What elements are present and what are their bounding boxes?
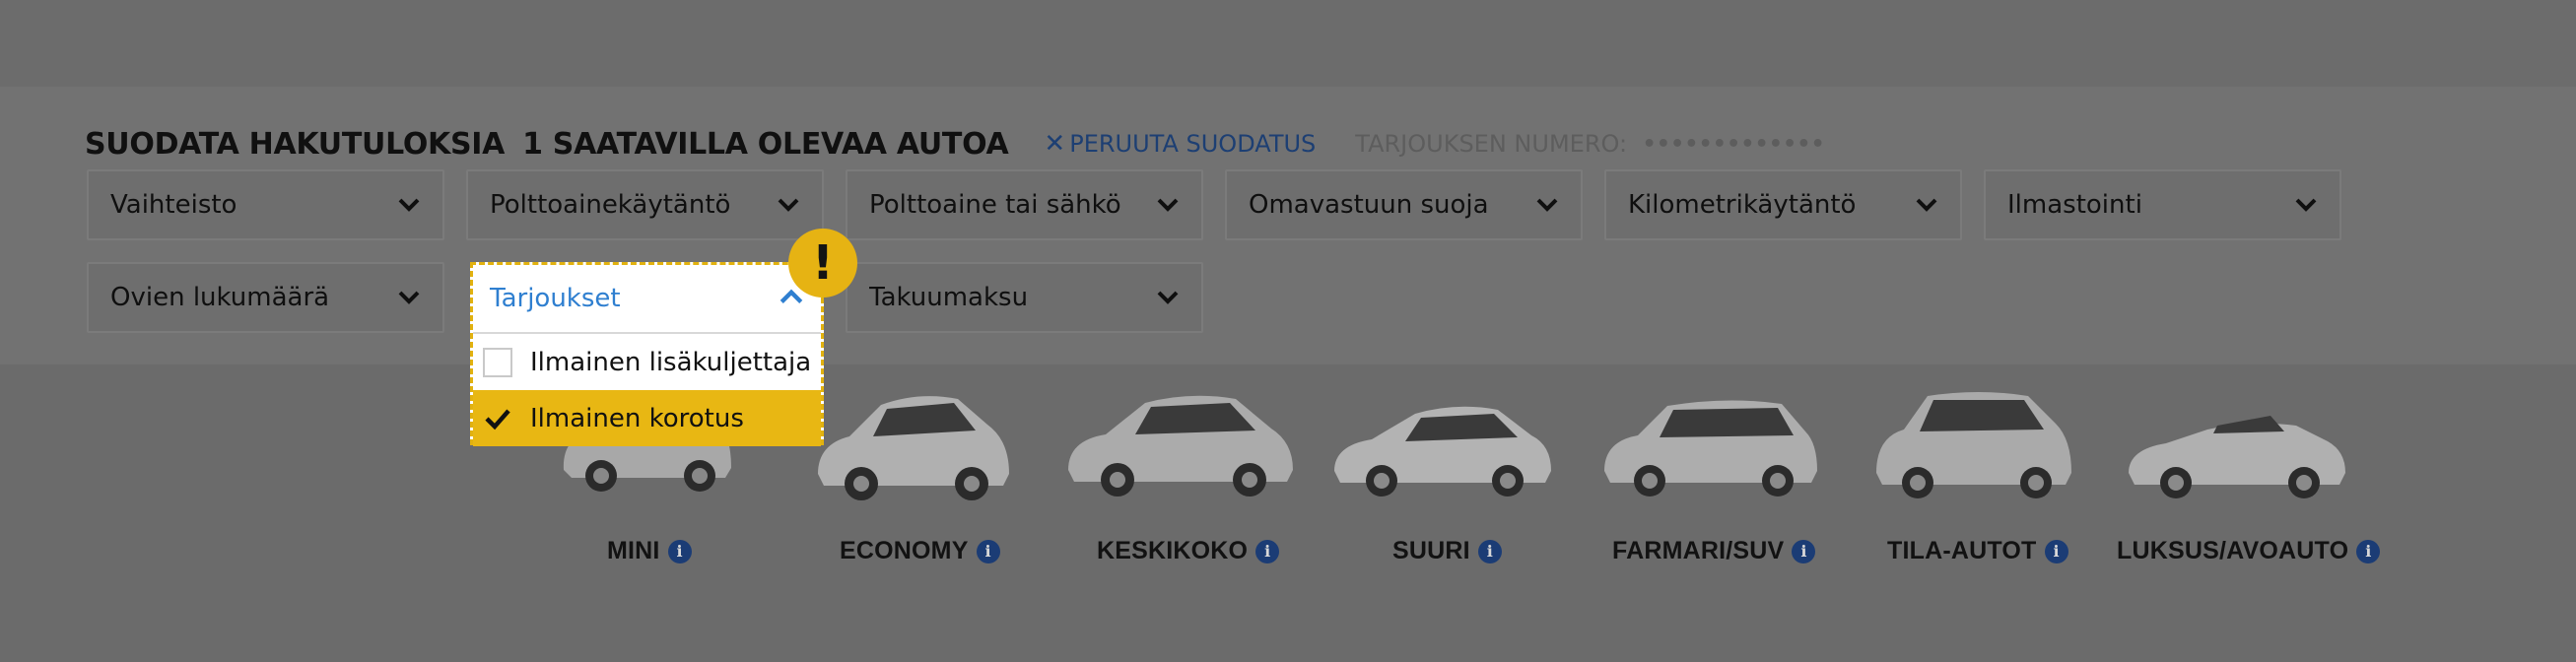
info-icon[interactable]: i [1792, 539, 1816, 563]
offers-dropdown-label: Tarjoukset [490, 284, 621, 313]
mileage-policy-dropdown[interactable]: Kilometrikäytäntö [1604, 169, 1962, 240]
category-suuri[interactable]: SUURI i [1392, 537, 1502, 565]
cancel-filter-label: PERUUTA SUODATUS [1069, 130, 1317, 158]
car-image-economy [818, 396, 1009, 500]
cancel-filter-link[interactable]: ✕ PERUUTA SUODATUS [1044, 129, 1316, 159]
dropdown-label: Ilmastointi [2007, 190, 2142, 220]
chevron-down-icon [1156, 193, 1180, 217]
chevron-down-icon [397, 193, 421, 217]
option-label: Ilmainen korotus [530, 403, 744, 433]
filter-header: SUODATA HAKUTULOKSIA 1 SAATAVILLA OLEVAA… [85, 126, 1825, 162]
info-icon[interactable]: i [976, 539, 1000, 563]
category-label: ECONOMY [840, 537, 969, 564]
offer-number-value: ••••••••••••• [1643, 131, 1826, 157]
category-label: TILA-AUTOT [1887, 537, 2037, 564]
checkbox-checked[interactable] [483, 404, 512, 433]
offer-number-label: TARJOUKSEN NUMERO: [1355, 130, 1628, 158]
chevron-down-icon [1156, 286, 1180, 309]
exclamation-icon: ! [788, 229, 857, 298]
category-luksus-avoauto[interactable]: LUKSUS/AVOAUTO i [2117, 537, 2381, 565]
car-image-luksus [2129, 416, 2345, 498]
chevron-down-icon [397, 286, 421, 309]
dropdown-label: Vaihteisto [110, 190, 237, 220]
category-label: SUURI [1392, 537, 1470, 564]
chevron-down-icon [2294, 193, 2318, 217]
air-conditioning-dropdown[interactable]: Ilmastointi [1984, 169, 2341, 240]
category-label: KESKIKOKO [1097, 537, 1249, 564]
doors-dropdown[interactable]: Ovien lukumäärä [87, 262, 444, 333]
dropdown-label: Kilometrikäytäntö [1628, 190, 1857, 220]
category-economy[interactable]: ECONOMY i [840, 537, 1000, 565]
info-icon[interactable]: i [2044, 539, 2068, 563]
car-image-farmari [1604, 400, 1817, 496]
results-count: 1 SAATAVILLA OLEVAA AUTOA [522, 126, 1009, 162]
excess-cover-dropdown[interactable]: Omavastuun suoja [1225, 169, 1583, 240]
category-label: MINI [607, 537, 660, 564]
dropdown-label: Omavastuun suoja [1249, 190, 1489, 220]
deposit-dropdown[interactable]: Takuumaksu [846, 262, 1203, 333]
close-icon: ✕ [1044, 129, 1066, 159]
car-image-keskikoko [1068, 395, 1293, 496]
top-band [0, 0, 2576, 87]
chevron-down-icon [1915, 193, 1938, 217]
checkmark-icon [485, 409, 510, 430]
option-label: Ilmainen lisäkuljettaja [530, 347, 812, 377]
category-keskikoko[interactable]: KESKIKOKO i [1097, 537, 1280, 565]
category-label: LUKSUS/AVOAUTO [2117, 537, 2349, 564]
category-farmari-suv[interactable]: FARMARI/SUV i [1612, 537, 1816, 565]
checkbox[interactable] [483, 347, 512, 377]
fuel-policy-dropdown[interactable]: Polttoainekäytäntö [466, 169, 824, 240]
fuel-type-dropdown[interactable]: Polttoaine tai sähkö [846, 169, 1203, 240]
info-icon[interactable]: i [667, 539, 692, 563]
dropdown-label: Takuumaksu [869, 283, 1029, 312]
info-icon[interactable]: i [2356, 539, 2381, 563]
car-image-tila-auto [1876, 392, 2071, 498]
filter-title: SUODATA HAKUTULOKSIA [85, 126, 506, 162]
alert-glyph: ! [812, 235, 834, 291]
offers-dropdown[interactable]: Tarjoukset Ilmainen lisäkuljettaja Ilmai… [470, 262, 824, 446]
transmission-dropdown[interactable]: Vaihteisto [87, 169, 444, 240]
car-image-suuri [1334, 406, 1551, 496]
chevron-down-icon [1535, 193, 1559, 217]
category-label: FARMARI/SUV [1612, 537, 1785, 564]
info-icon[interactable]: i [1255, 539, 1280, 563]
offers-dropdown-header[interactable]: Tarjoukset [473, 265, 821, 334]
option-free-upgrade[interactable]: Ilmainen korotus [473, 390, 821, 446]
dropdown-label: Polttoaine tai sähkö [869, 190, 1121, 220]
option-free-additional-driver[interactable]: Ilmainen lisäkuljettaja [473, 334, 821, 390]
category-mini[interactable]: MINI i [607, 537, 692, 565]
info-icon[interactable]: i [1477, 539, 1502, 563]
dropdown-label: Ovien lukumäärä [110, 283, 330, 312]
dropdown-label: Polttoainekäytäntö [490, 190, 731, 220]
category-tila-autot[interactable]: TILA-AUTOT i [1887, 537, 2068, 565]
chevron-down-icon [777, 193, 800, 217]
